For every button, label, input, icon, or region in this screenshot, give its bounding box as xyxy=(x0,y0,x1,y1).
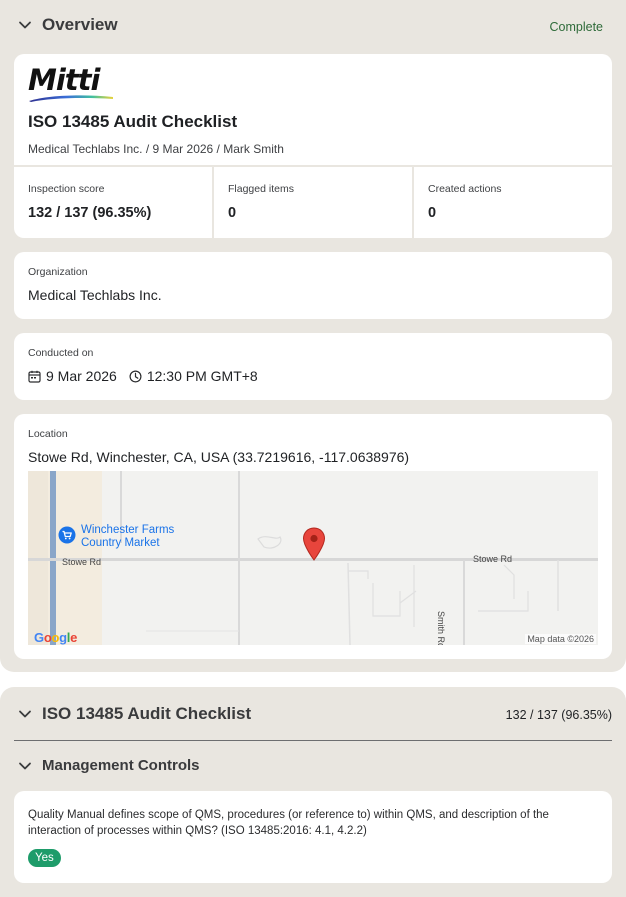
stat-inspection-score: Inspection score 132 / 137 (96.35%) xyxy=(14,167,214,239)
stat-value: 132 / 137 (96.35%) xyxy=(28,205,152,221)
organization-card: Organization Medical Techlabs Inc. xyxy=(14,252,612,319)
stat-created-actions: Created actions 0 xyxy=(412,167,612,239)
organization-value: Medical Techlabs Inc. xyxy=(28,287,162,303)
overview-title: Overview xyxy=(42,15,118,34)
conducted-date: 9 Mar 2026 xyxy=(46,368,117,384)
conducted-card: Conducted on 9 Mar 2026 12:30 PM GMT+8 xyxy=(14,333,612,400)
map-pin-icon[interactable] xyxy=(302,527,326,561)
report-title: ISO 13485 Audit Checklist xyxy=(28,112,238,131)
location-value: Stowe Rd, Winchester, CA, USA (33.721961… xyxy=(28,449,410,465)
conducted-time: 12:30 PM GMT+8 xyxy=(146,368,258,384)
clock-icon xyxy=(129,369,142,383)
section-title: Management Controls xyxy=(42,757,200,774)
checklist-panel: ISO 13485 Audit Checklist 132 / 137 (96.… xyxy=(0,687,626,897)
stat-label: Inspection score xyxy=(28,183,105,195)
stats-row: Inspection score 132 / 137 (96.35%) Flag… xyxy=(14,165,612,239)
report-card: Mitti ISO 13485 Audit Checklist Medical … xyxy=(14,54,612,239)
conducted-label: Conducted on xyxy=(28,347,94,359)
map-poi-label[interactable]: Winchester Farms Country Market xyxy=(81,524,174,550)
stat-label: Flagged items xyxy=(228,183,294,195)
logo: Mitti xyxy=(28,66,114,102)
answer-badge: Yes xyxy=(28,849,61,867)
stat-label: Created actions xyxy=(428,183,502,195)
logo-text: Mitti xyxy=(28,63,100,97)
section-header-management-controls[interactable]: Management Controls xyxy=(18,757,200,774)
checklist-score: 132 / 137 (96.35%) xyxy=(505,708,612,722)
chevron-down-icon xyxy=(19,762,31,769)
organization-label: Organization xyxy=(28,266,88,278)
stat-flagged-items: Flagged items 0 xyxy=(212,167,414,239)
divider xyxy=(14,740,612,741)
location-card: Location Stowe Rd, Winchester, CA, USA (… xyxy=(14,414,612,659)
overview-panel: Overview Complete Mitti ISO 13485 Audit … xyxy=(0,0,626,672)
overview-header[interactable]: Overview xyxy=(18,15,118,35)
calendar-icon xyxy=(28,370,41,383)
status-badge: Complete xyxy=(549,20,604,34)
checklist-title: ISO 13485 Audit Checklist xyxy=(42,704,252,723)
question-text: Quality Manual defines scope of QMS, pro… xyxy=(28,809,549,837)
chevron-down-icon xyxy=(19,710,31,718)
map-road-label: Stowe Rd xyxy=(473,554,513,564)
map-poi-line1: Winchester Farms xyxy=(81,524,175,536)
conducted-datetime: 9 Mar 2026 12:30 PM GMT+8 xyxy=(28,368,258,384)
map-road-label-vertical: Smith Rd xyxy=(436,611,446,645)
stat-value: 0 xyxy=(228,205,237,221)
google-logo-text: Google xyxy=(34,630,78,645)
location-map[interactable]: Winchester Farms Country Market Stowe Rd… xyxy=(28,471,598,645)
question-card: Quality Manual defines scope of QMS, pro… xyxy=(14,791,612,883)
chevron-down-icon xyxy=(19,21,31,29)
location-label: Location xyxy=(28,428,68,440)
map-poi-line2: Country Market xyxy=(81,537,160,549)
report-subtitle: Medical Techlabs Inc. / 9 Mar 2026 / Mar… xyxy=(28,142,284,156)
map-attribution[interactable]: Map data ©2026 xyxy=(525,634,596,644)
google-logo: Google xyxy=(34,630,77,645)
map-road-label: Stowe Rd xyxy=(62,557,102,567)
stat-value: 0 xyxy=(428,205,437,221)
checklist-header[interactable]: ISO 13485 Audit Checklist xyxy=(18,704,251,724)
shopping-cart-icon[interactable] xyxy=(58,526,76,544)
